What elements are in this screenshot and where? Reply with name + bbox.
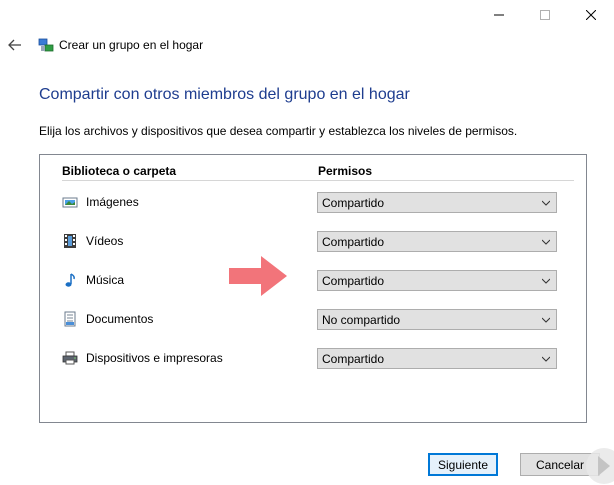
maximize-icon <box>540 10 550 20</box>
library-row-documents: Documentos <box>62 310 153 328</box>
permission-value: Compartido <box>322 195 385 210</box>
permission-dropdown-pictures[interactable]: Compartido <box>317 192 557 213</box>
back-arrow-icon <box>8 39 21 51</box>
library-row-devices-printers: Dispositivos e impresoras <box>62 349 223 367</box>
next-button[interactable]: Siguiente <box>428 453 498 476</box>
library-label: Documentos <box>86 312 154 326</box>
library-row-videos: Vídeos <box>62 232 123 250</box>
column-header-library: Biblioteca o carpeta <box>62 164 177 178</box>
library-label: Música <box>86 273 125 287</box>
back-button[interactable] <box>6 36 24 54</box>
chevron-down-icon <box>542 239 550 245</box>
close-button[interactable] <box>568 0 614 30</box>
instructions-text: Elija los archivos y dispositivos que de… <box>39 124 518 138</box>
minimize-icon <box>494 14 504 16</box>
maximize-button[interactable] <box>522 0 568 30</box>
permission-dropdown-videos[interactable]: Compartido <box>317 231 557 252</box>
column-header-permissions: Permisos <box>318 164 373 178</box>
videos-icon <box>62 233 78 249</box>
minimize-button[interactable] <box>476 0 522 30</box>
pictures-icon <box>62 194 78 210</box>
close-icon <box>586 10 596 20</box>
header-divider <box>62 180 574 181</box>
homegroup-icon <box>38 37 54 53</box>
chevron-down-icon <box>542 278 550 284</box>
sharing-settings-panel: Biblioteca o carpeta Permisos Imágenes C… <box>39 154 587 423</box>
printer-icon <box>62 350 78 366</box>
library-label: Imágenes <box>86 195 139 209</box>
page-heading: Compartir con otros miembros del grupo e… <box>39 86 410 103</box>
permission-value: Compartido <box>322 273 385 288</box>
wizard-nav-bar: Crear un grupo en el hogar <box>0 30 614 60</box>
permission-value: Compartido <box>322 234 385 249</box>
music-icon <box>62 272 78 288</box>
wizard-title: Crear un grupo en el hogar <box>59 38 204 52</box>
library-row-music: Música <box>62 271 124 289</box>
chevron-down-icon <box>542 356 550 362</box>
documents-icon <box>62 311 78 327</box>
annotation-arrow-icon <box>229 256 287 296</box>
permission-dropdown-devices-printers[interactable]: Compartido <box>317 348 557 369</box>
library-label: Dispositivos e impresoras <box>86 351 223 365</box>
chevron-down-icon <box>542 200 550 206</box>
permission-dropdown-music[interactable]: Compartido <box>317 270 557 291</box>
site-logo-icon <box>586 448 614 484</box>
chevron-down-icon <box>542 317 550 323</box>
permission-value: No compartido <box>322 312 401 327</box>
permission-value: Compartido <box>322 351 385 366</box>
library-label: Vídeos <box>86 234 124 248</box>
permission-dropdown-documents[interactable]: No compartido <box>317 309 557 330</box>
homegroup-wizard-window: Crear un grupo en el hogar Compartir con… <box>0 0 614 485</box>
library-row-pictures: Imágenes <box>62 193 139 211</box>
